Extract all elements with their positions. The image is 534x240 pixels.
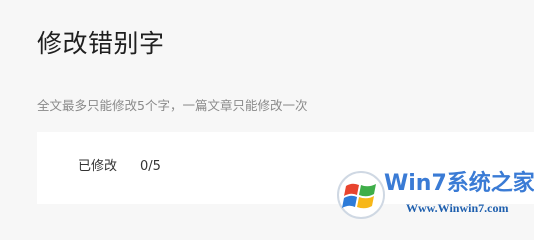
page-title: 修改错别字 xyxy=(37,29,165,58)
modified-count-label: 已修改 xyxy=(78,159,118,174)
watermark-brand-text: Win7系统之家 xyxy=(384,171,534,196)
modified-count-value: 0/5 xyxy=(140,159,161,174)
modification-limit-note: 全文最多只能修改5个字，一篇文章只能修改一次 xyxy=(37,98,308,113)
watermark-url: Www.Winwin7.com xyxy=(406,201,509,215)
site-watermark: Win7系统之家 Www.Winwin7.com xyxy=(336,168,534,221)
windows-flag-icon xyxy=(337,171,385,219)
